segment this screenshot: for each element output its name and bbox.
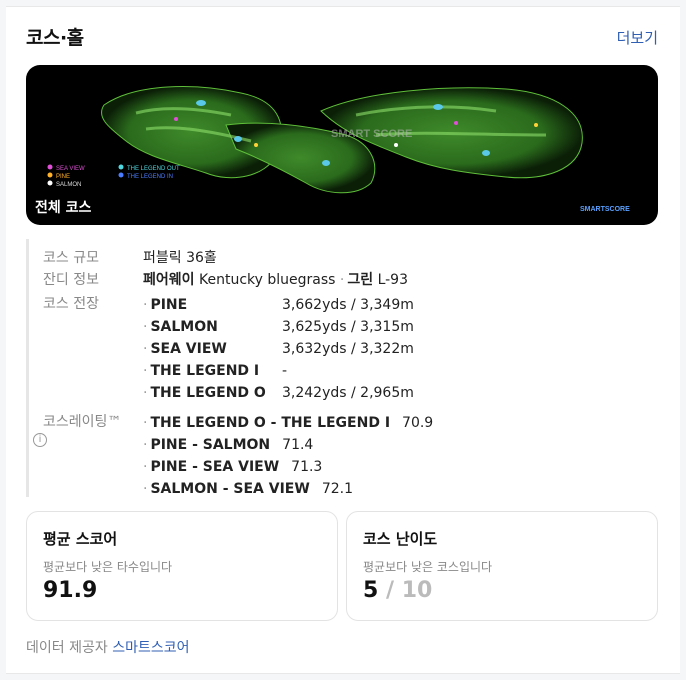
length-item-name: THE LEGEND O xyxy=(150,385,266,401)
rating-item-value: 71.4 xyxy=(282,437,314,453)
map-watermark: SMARTSCORE xyxy=(580,206,630,213)
average-score-desc: 평균보다 낮은 타수입니다 xyxy=(43,560,173,574)
course-difficulty-title: 코스 난이도 xyxy=(363,530,438,548)
difficulty-total: 10 xyxy=(401,578,433,603)
provider-prefix: 데이터 제공자 xyxy=(26,640,108,656)
course-difficulty-value: 5 / 10 xyxy=(363,578,432,603)
rating-item-name: PINE - SALMON xyxy=(150,437,271,453)
rating-item-value: 72.1 xyxy=(321,481,353,497)
length-item-name: THE LEGEND I xyxy=(150,363,260,379)
course-difficulty-box[interactable]: 코스 난이도 평균보다 낮은 코스입니다 5 / 10 xyxy=(346,511,658,621)
grass-value: 페어웨이 Kentucky bluegrass · 그린 L-93 xyxy=(143,269,408,289)
average-score-value: 91.9 xyxy=(43,578,98,603)
provider-link[interactable]: 스마트스코어 xyxy=(112,640,189,656)
legend-legend-out: THE LEGEND OUT xyxy=(127,166,180,172)
green-type: L-93 xyxy=(377,272,408,288)
rating-item-value: 70.9 xyxy=(402,415,434,431)
difficulty-slash: / xyxy=(385,578,395,603)
length-item-name: SEA VIEW xyxy=(150,341,227,357)
grass-separator: · xyxy=(339,272,345,288)
green-label: 그린 xyxy=(347,272,374,288)
map-overlay-text: SMART SCORE xyxy=(331,128,412,140)
legend-pine: PINE xyxy=(56,174,70,180)
course-map-graphic: SMART SCORE SEA VIEW THE LEGEND OUT PINE… xyxy=(47,86,630,213)
legend-sea-view: SEA VIEW xyxy=(56,166,85,172)
length-item-name: PINE xyxy=(150,297,188,313)
card-header: 코스·홀 더보기 xyxy=(26,23,660,53)
length-item-value: 3,632yds / 3,322m xyxy=(282,341,414,357)
more-link[interactable]: 더보기 xyxy=(617,27,658,48)
difficulty-score: 5 xyxy=(363,578,379,603)
average-score-box[interactable]: 평균 스코어 평균보다 낮은 타수입니다 91.9 xyxy=(26,511,338,621)
scale-label: 코스 규모 xyxy=(43,250,99,266)
rating-item-name: SALMON - SEA VIEW xyxy=(150,481,310,497)
course-info: 코스 규모 퍼블릭 36홀 잔디 정보 페어웨이 Kentucky bluegr… xyxy=(26,239,660,497)
legend-legend-in: THE LEGEND IN xyxy=(127,174,173,180)
length-item-value: 3,625yds / 3,315m xyxy=(282,319,414,335)
course-difficulty-desc: 평균보다 낮은 코스입니다 xyxy=(363,560,493,574)
info-icon[interactable]: i xyxy=(33,433,47,447)
course-hole-card: 코스·홀 더보기 SMART SCORE SEA VIEW THE LEGEND… xyxy=(6,6,680,674)
card-title: 코스·홀 xyxy=(26,27,84,49)
map-caption: 전체 코스 xyxy=(35,200,92,216)
rating-item-name: PINE - SEA VIEW xyxy=(150,459,280,475)
length-item-value: 3,242yds / 2,965m xyxy=(282,385,414,401)
fairway-label: 페어웨이 xyxy=(143,272,195,288)
scale-value: 퍼블릭 36홀 xyxy=(143,250,217,266)
legend-salmon: SALMON xyxy=(56,182,81,188)
grass-label: 잔디 정보 xyxy=(43,272,99,288)
length-item-value: - xyxy=(282,363,288,379)
rating-label: 코스레이팅™ xyxy=(43,414,122,430)
length-label: 코스 전장 xyxy=(43,296,99,312)
data-provider-footer: 데이터 제공자 스마트스코어 xyxy=(26,637,189,657)
fairway-type: Kentucky bluegrass xyxy=(198,272,336,288)
rating-item-value: 71.3 xyxy=(291,459,323,475)
length-item-name: SALMON xyxy=(150,319,218,335)
rating-item-name: THE LEGEND O - THE LEGEND I xyxy=(150,415,391,431)
course-map-image[interactable]: SMART SCORE SEA VIEW THE LEGEND OUT PINE… xyxy=(26,65,658,225)
length-item-value: 3,662yds / 3,349m xyxy=(282,297,414,313)
average-score-title: 평균 스코어 xyxy=(43,530,118,548)
